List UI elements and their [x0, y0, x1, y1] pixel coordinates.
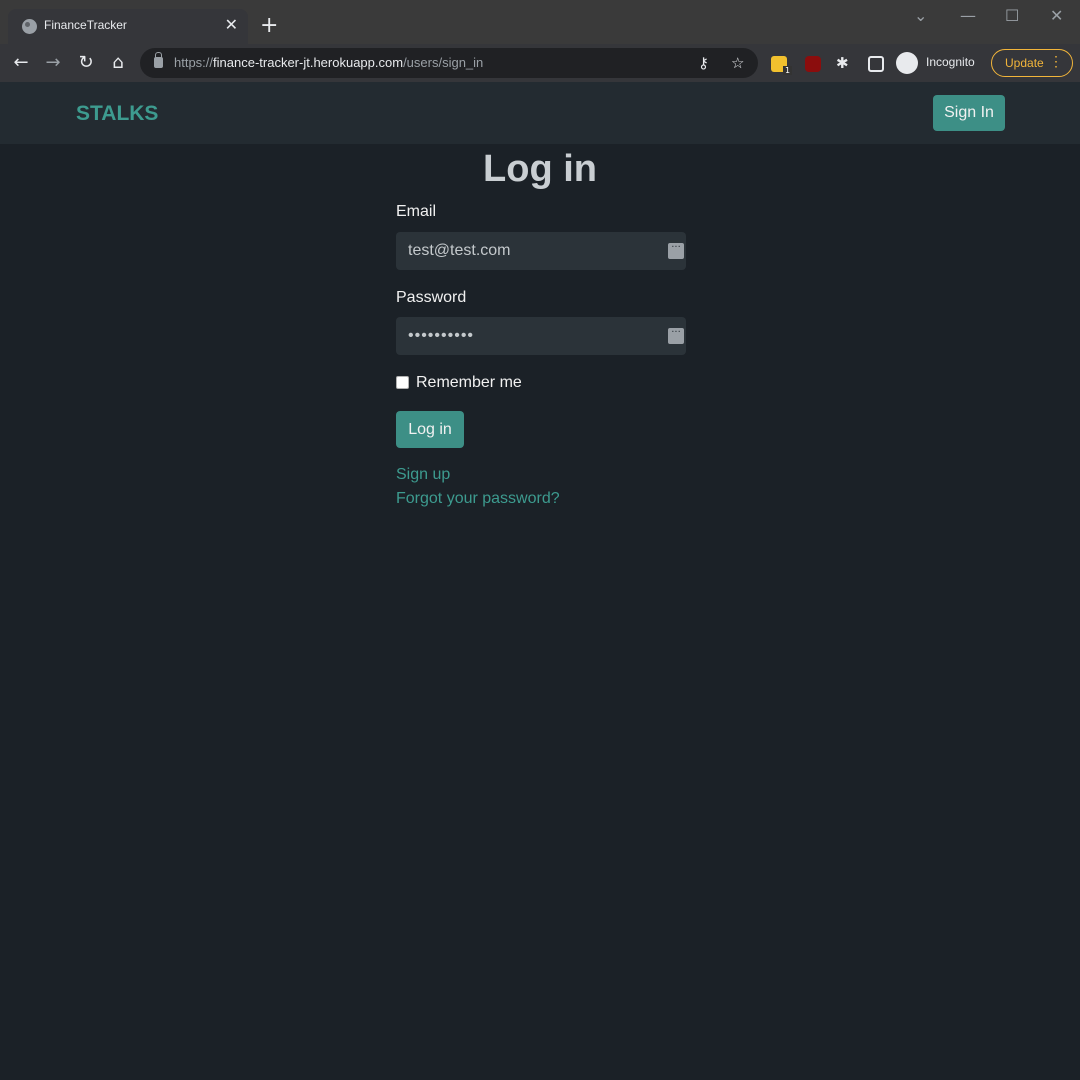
email-value: test@test.com: [408, 242, 511, 259]
tab-search-icon[interactable]: ⌄: [914, 6, 927, 25]
email-label: Email: [396, 203, 437, 220]
address-url[interactable]: https://finance-tracker-jt.herokuapp.com…: [174, 55, 483, 70]
tab-close-icon[interactable]: ✕: [225, 15, 238, 35]
sign-in-button[interactable]: Sign In: [933, 95, 1005, 131]
globe-icon: [22, 19, 37, 34]
forward-icon[interactable]: →: [42, 52, 64, 74]
email-field[interactable]: test@test.com ···: [396, 232, 686, 270]
page-title: Log in: [483, 148, 597, 190]
password-label: Password: [396, 289, 467, 306]
url-scheme: https://: [174, 55, 214, 70]
site-navbar: STALKS Sign In: [0, 82, 1080, 144]
extension-badge: 1: [783, 66, 793, 75]
puzzle-icon[interactable]: ✱: [836, 54, 849, 72]
update-label: Update: [1005, 56, 1044, 70]
forgot-password-link[interactable]: Forgot your password?: [396, 490, 560, 508]
side-panel-icon[interactable]: [868, 56, 884, 72]
reload-icon[interactable]: ↻: [75, 52, 97, 74]
back-icon[interactable]: ←: [10, 52, 32, 74]
tab-title: FinanceTracker: [44, 18, 127, 32]
lock-icon[interactable]: [154, 52, 163, 68]
minimize-icon[interactable]: —: [960, 6, 976, 25]
url-host: finance-tracker-jt.herokuapp.com: [213, 55, 404, 70]
maximize-icon[interactable]: ☐: [1005, 6, 1019, 25]
password-field[interactable]: •••••••••• ···: [396, 317, 686, 355]
url-path: /users/sign_in: [403, 55, 484, 70]
window-close-icon[interactable]: ✕: [1050, 6, 1063, 25]
browser-titlebar: FinanceTracker ✕ + ⌄ — ☐ ✕: [0, 0, 1080, 44]
log-in-button[interactable]: Log in: [396, 411, 464, 448]
remember-me-label[interactable]: Remember me: [416, 374, 522, 392]
key-icon[interactable]: ⚷: [698, 54, 709, 72]
sign-up-link[interactable]: Sign up: [396, 466, 450, 484]
ublock-icon[interactable]: [805, 56, 821, 72]
browser-toolbar: ← → ↻ ⌂ https://finance-tracker-jt.herok…: [0, 44, 1080, 82]
incognito-label[interactable]: Incognito: [926, 55, 975, 69]
remember-me-checkbox[interactable]: [396, 376, 409, 389]
brand-logo[interactable]: STALKS: [76, 102, 158, 126]
browser-tab[interactable]: FinanceTracker ✕: [8, 9, 248, 44]
new-tab-icon[interactable]: +: [260, 14, 278, 38]
password-value: ••••••••••: [408, 327, 475, 344]
more-vertical-icon[interactable]: ⋮: [1049, 53, 1063, 70]
star-icon[interactable]: ☆: [731, 54, 744, 72]
home-icon[interactable]: ⌂: [107, 52, 129, 74]
update-button[interactable]: Update ⋮: [991, 49, 1073, 77]
password-manager-icon[interactable]: ···: [668, 328, 684, 344]
password-manager-icon[interactable]: ···: [668, 243, 684, 259]
incognito-icon[interactable]: [896, 52, 918, 74]
address-bar[interactable]: https://finance-tracker-jt.herokuapp.com…: [140, 48, 758, 78]
